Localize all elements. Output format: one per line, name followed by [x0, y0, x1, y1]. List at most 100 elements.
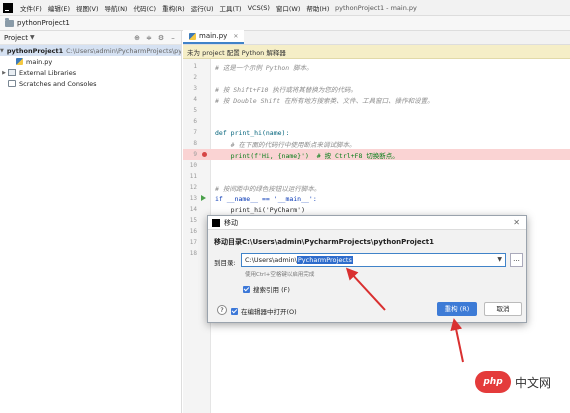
menu-bar: 文件(F) 编辑(E) 视图(V) 导航(N) 代码(C) 重构(R) 运行(U…	[0, 0, 570, 16]
menu-window[interactable]: 窗口(W)	[273, 3, 304, 13]
run-icon[interactable]	[201, 195, 206, 201]
interpreter-warning-banner: 未为 project 配置 Python 解释器	[183, 45, 570, 59]
code-line[interactable]: 4 # 按 Double Shift 在所有地方搜索类、文件、工具窗口、操作和设置…	[183, 94, 570, 105]
line-number: 15	[189, 217, 197, 224]
tab-main-py[interactable]: main.py ✕	[183, 30, 245, 44]
code-line-breakpoint[interactable]: 9 print(f'Hi, {name}') # 按 Ctrl+F8 切换断点。	[183, 149, 570, 160]
watermark: php 中文网	[475, 371, 551, 393]
open-in-editor-label: 在编辑器中打开(O)	[241, 308, 297, 316]
close-icon[interactable]: ✕	[513, 218, 520, 227]
line-number: 6	[193, 118, 197, 125]
close-icon[interactable]: ✕	[233, 33, 238, 40]
tree-root-path: C:\Users\admin\PycharmProjects\pythonPro…	[66, 46, 181, 55]
line-number: 7	[193, 129, 197, 136]
refactor-button[interactable]: 重构 (R)	[437, 302, 477, 316]
locate-icon[interactable]: ⊕	[133, 34, 141, 42]
code-line[interactable]: 1 # 这是一个示例 Python 脚本。	[183, 61, 570, 72]
project-panel-title[interactable]: Project	[4, 34, 28, 42]
dialog-heading: 移动目录C:\Users\admin\PycharmProjects\pytho…	[214, 238, 435, 246]
tree-scratches-label: Scratches and Consoles	[19, 79, 97, 88]
path-selected-text: PycharmProjects	[296, 256, 353, 264]
php-logo: php	[475, 371, 511, 393]
line-number: 13	[189, 195, 197, 202]
checkbox-checked-icon[interactable]	[243, 285, 250, 293]
menu-navigate[interactable]: 导航(N)	[102, 3, 131, 13]
code-line[interactable]: 13 if __name__ == '__main__':	[183, 193, 570, 204]
tree-root-name: pythonProject1	[6, 46, 64, 55]
line-number: 4	[193, 96, 197, 103]
project-panel-header: Project ▼ ⊕ ≑ ⚙ –	[0, 31, 181, 45]
pycharm-logo-icon	[212, 218, 220, 227]
menu-help[interactable]: 帮助(H)	[303, 3, 332, 13]
banner-text: 未为 project 配置 Python 解释器	[187, 48, 286, 57]
menu-refactor[interactable]: 重构(R)	[159, 3, 188, 13]
breakpoint-icon[interactable]	[202, 152, 207, 157]
code-text: # 在下面的代码行中使用断点来调试脚本。	[215, 140, 356, 149]
chevron-down-icon[interactable]: ▼	[30, 34, 35, 41]
open-in-editor-checkbox[interactable]: 在编辑器中打开(O)	[231, 306, 297, 316]
code-line[interactable]: 14 print_hi('PyCharm')	[183, 204, 570, 215]
menu-tools[interactable]: 工具(T)	[217, 3, 245, 13]
folder-icon	[5, 18, 14, 27]
code-line[interactable]: 11	[183, 171, 570, 182]
menu-vcs[interactable]: VCS(S)	[245, 4, 273, 12]
menu-edit[interactable]: 编辑(E)	[45, 3, 73, 13]
collapse-icon[interactable]: ≑	[145, 34, 153, 42]
line-number: 10	[189, 162, 197, 169]
dialog-title-bar[interactable]: 移动	[208, 216, 526, 230]
gear-icon[interactable]: ⚙	[157, 34, 165, 42]
line-number: 1	[193, 63, 197, 70]
menu-view[interactable]: 视图(V)	[73, 3, 102, 13]
code-text: if __name__ == '__main__':	[215, 194, 317, 203]
tree-item-scratches[interactable]: Scratches and Consoles	[0, 78, 181, 89]
completion-hint: 使用Ctrl+空格键以启用完成	[245, 272, 315, 278]
code-text: print_hi('PyCharm')	[215, 205, 306, 214]
library-icon	[8, 69, 16, 76]
menu-file[interactable]: 文件(F)	[17, 3, 45, 13]
nav-project-name[interactable]: pythonProject1	[17, 19, 70, 27]
path-prefix: C:\Users\admin\	[245, 256, 297, 264]
hide-icon[interactable]: –	[169, 34, 177, 42]
search-references-checkbox[interactable]: 搜索引用 (F)	[243, 284, 290, 294]
code-text: # 按 Shift+F10 执行或将其替换为您的代码。	[215, 85, 357, 94]
to-directory-label: 到目录:	[214, 259, 236, 267]
code-line[interactable]: 12 # 按间距中的绿色按钮以运行脚本。	[183, 182, 570, 193]
python-file-icon	[16, 58, 23, 65]
search-references-label: 搜索引用 (F)	[253, 286, 290, 294]
tree-item-main-py[interactable]: main.py	[0, 56, 181, 67]
code-line[interactable]: 7 def print_hi(name):	[183, 127, 570, 138]
directory-path-input[interactable]: C:\Users\admin\ PycharmProjects ▼	[241, 253, 506, 267]
project-panel: Project ▼ ⊕ ≑ ⚙ – ▼ pythonProject1 C:\Us…	[0, 31, 182, 413]
line-number: 5	[193, 107, 197, 114]
chevron-down-icon[interactable]: ▼	[497, 256, 502, 263]
code-line[interactable]: 8 # 在下面的代码行中使用断点来调试脚本。	[183, 138, 570, 149]
menu-run[interactable]: 运行(U)	[188, 3, 217, 13]
code-line[interactable]: 3 # 按 Shift+F10 执行或将其替换为您的代码。	[183, 83, 570, 94]
code-line[interactable]: 10	[183, 160, 570, 171]
window-title: pythonProject1 - main.py	[335, 4, 417, 12]
line-number: 16	[189, 228, 197, 235]
code-text: def print_hi(name):	[215, 128, 290, 137]
editor-tab-bar: main.py ✕	[183, 30, 570, 45]
code-line[interactable]: 6	[183, 116, 570, 127]
cancel-button[interactable]: 取消	[484, 302, 522, 316]
caret-down-icon[interactable]: ▼	[0, 48, 4, 54]
line-number: 3	[193, 85, 197, 92]
scratches-icon	[8, 80, 16, 87]
browse-button[interactable]: ...	[510, 253, 523, 267]
tree-item-external-libraries[interactable]: ▶ External Libraries	[0, 67, 181, 78]
navigation-bar: pythonProject1	[0, 16, 570, 31]
line-number: 8	[193, 140, 197, 147]
caret-right-icon[interactable]: ▶	[0, 70, 8, 76]
watermark-text: 中文网	[515, 375, 552, 390]
code-line[interactable]: 5	[183, 105, 570, 116]
line-number: 2	[193, 74, 197, 81]
checkbox-checked-icon[interactable]	[231, 307, 238, 315]
menu-code[interactable]: 代码(C)	[130, 3, 159, 13]
tab-label: main.py	[199, 32, 228, 40]
tree-item-project-root[interactable]: ▼ pythonProject1 C:\Users\admin\PycharmP…	[0, 45, 181, 56]
code-line[interactable]: 2	[183, 72, 570, 83]
help-button[interactable]: ?	[217, 305, 227, 315]
tree-libs-label: External Libraries	[19, 68, 77, 77]
code-text: # 按间距中的绿色按钮以运行脚本。	[215, 184, 321, 193]
